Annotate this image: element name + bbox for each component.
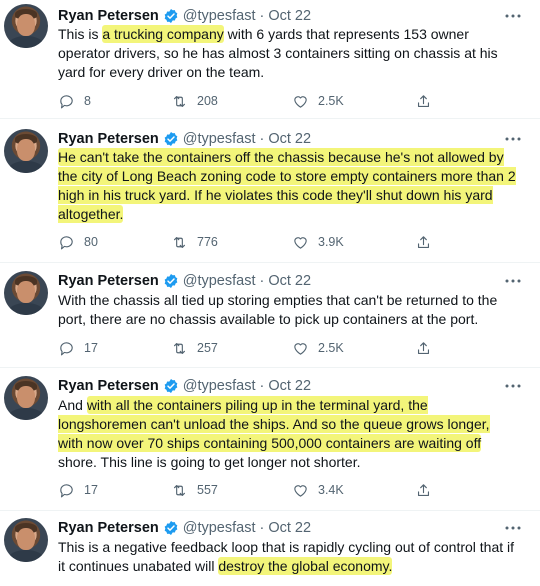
reply-count: 17 [84, 341, 98, 355]
tweet-header: Ryan Petersen @typesfast · Oct 22 [58, 130, 311, 148]
tweet-date[interactable]: Oct 22 [268, 131, 311, 147]
retweet-icon [173, 95, 186, 107]
author-handle[interactable]: @typesfast [183, 273, 256, 289]
retweet-count: 557 [197, 483, 218, 497]
reply-button[interactable]: 8 [58, 92, 91, 110]
tweet-date[interactable]: Oct 22 [268, 273, 311, 289]
like-count: 3.4K [318, 483, 344, 497]
like-count: 2.5K [318, 94, 344, 108]
reply-icon [60, 341, 73, 355]
retweet-button[interactable]: 776 [171, 233, 218, 251]
separator-dot: · [259, 131, 265, 147]
heart-icon [294, 342, 307, 355]
share-icon [417, 483, 430, 496]
like-count: 3.9K [318, 235, 344, 249]
divider [0, 118, 540, 119]
share-icon [417, 94, 430, 107]
avatar[interactable] [4, 271, 48, 315]
tweet-actions: 17 557 3.4K [58, 481, 458, 499]
share-button[interactable] [415, 233, 441, 251]
more-options-icon[interactable] [504, 523, 522, 533]
tweet-text: And with all the containers piling up in… [58, 396, 490, 470]
divider [0, 367, 540, 368]
verified-badge-icon [164, 521, 178, 535]
tweet-actions: 8 208 2.5K [58, 92, 458, 110]
tweet-date[interactable]: Oct 22 [268, 520, 311, 536]
author-handle[interactable]: @typesfast [183, 8, 256, 24]
reply-button[interactable]: 17 [58, 339, 98, 357]
reply-icon [60, 235, 73, 249]
reply-count: 80 [84, 235, 98, 249]
author-name[interactable]: Ryan Petersen [58, 378, 159, 394]
share-button[interactable] [415, 92, 441, 110]
heart-icon [294, 236, 307, 249]
like-button[interactable]: 3.9K [292, 233, 344, 251]
share-button[interactable] [415, 339, 441, 357]
separator-dot: · [259, 273, 265, 289]
divider [0, 510, 540, 511]
reply-count: 8 [84, 94, 91, 108]
heart-icon [294, 95, 307, 108]
author-name[interactable]: Ryan Petersen [58, 273, 159, 289]
verified-badge-icon [164, 274, 178, 288]
share-icon [417, 235, 430, 248]
avatar[interactable] [4, 376, 48, 420]
reply-button[interactable]: 17 [58, 481, 98, 499]
reply-icon [60, 483, 73, 497]
retweet-button[interactable]: 208 [171, 92, 218, 110]
reply-count: 17 [84, 483, 98, 497]
tweet-header: Ryan Petersen @typesfast · Oct 22 [58, 519, 311, 537]
divider [0, 262, 540, 263]
tweet-date[interactable]: Oct 22 [268, 8, 311, 24]
verified-badge-icon [164, 132, 178, 146]
share-button[interactable] [415, 481, 441, 499]
separator-dot: · [259, 8, 265, 24]
tweet-text: This is a trucking company with 6 yards … [58, 25, 498, 80]
separator-dot: · [259, 520, 265, 536]
author-name[interactable]: Ryan Petersen [58, 131, 159, 147]
verified-badge-icon [164, 379, 178, 393]
author-name[interactable]: Ryan Petersen [58, 8, 159, 24]
avatar[interactable] [4, 129, 48, 173]
retweet-count: 208 [197, 94, 218, 108]
verified-badge-icon [164, 9, 178, 23]
more-options-icon[interactable] [504, 276, 522, 286]
separator-dot: · [259, 378, 265, 394]
like-count: 2.5K [318, 341, 344, 355]
like-button[interactable]: 2.5K [292, 339, 344, 357]
share-icon [417, 341, 430, 354]
like-button[interactable]: 2.5K [292, 92, 344, 110]
author-handle[interactable]: @typesfast [183, 131, 256, 147]
tweet-date[interactable]: Oct 22 [268, 378, 311, 394]
retweet-button[interactable]: 257 [171, 339, 218, 357]
tweet-header: Ryan Petersen @typesfast · Oct 22 [58, 377, 311, 395]
heart-icon [294, 484, 307, 497]
author-handle[interactable]: @typesfast [183, 378, 256, 394]
tweet-actions: 17 257 2.5K [58, 339, 458, 357]
tweet-text: He can't take the containers off the cha… [58, 148, 516, 223]
more-options-icon[interactable] [504, 134, 522, 144]
tweet-text: With the chassis all tied up storing emp… [58, 292, 498, 327]
retweet-icon [173, 236, 186, 248]
tweet-header: Ryan Petersen @typesfast · Oct 22 [58, 272, 311, 290]
avatar[interactable] [4, 4, 48, 48]
retweet-count: 257 [197, 341, 218, 355]
avatar[interactable] [4, 518, 48, 562]
more-options-icon[interactable] [504, 381, 522, 391]
tweet-header: Ryan Petersen @typesfast · Oct 22 [58, 7, 311, 25]
retweet-button[interactable]: 557 [171, 481, 218, 499]
retweet-icon [173, 484, 186, 496]
like-button[interactable]: 3.4K [292, 481, 344, 499]
more-options-icon[interactable] [504, 11, 522, 21]
tweet-text: This is a negative feedback loop that is… [58, 539, 515, 575]
reply-icon [60, 94, 73, 108]
author-handle[interactable]: @typesfast [183, 520, 256, 536]
retweet-icon [173, 342, 186, 354]
author-name[interactable]: Ryan Petersen [58, 520, 159, 536]
reply-button[interactable]: 80 [58, 233, 98, 251]
tweet-actions: 80 776 3.9K [58, 233, 458, 251]
retweet-count: 776 [197, 235, 218, 249]
